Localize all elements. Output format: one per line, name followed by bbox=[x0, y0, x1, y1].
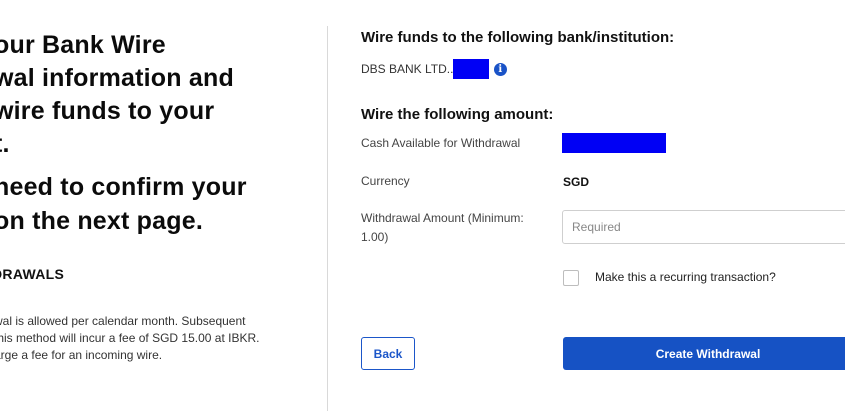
instructions-panel: our Bank Wire wal information and wire f… bbox=[0, 0, 325, 411]
recurring-label[interactable]: Make this a recurring transaction? bbox=[595, 270, 776, 284]
info-icon[interactable]: i bbox=[493, 62, 507, 76]
currency-label: Currency bbox=[361, 174, 410, 188]
wire-form: Wire funds to the following bank/institu… bbox=[361, 0, 845, 411]
withdrawals-heading: DRAWALS bbox=[0, 266, 65, 282]
instructions-line-2: wal information and bbox=[0, 64, 234, 92]
column-divider bbox=[327, 26, 328, 411]
note-line-3: arge a fee for an incoming wire. bbox=[0, 348, 163, 362]
withdrawal-amount-input[interactable] bbox=[562, 210, 845, 244]
note-line-1: wal is allowed per calendar month. Subse… bbox=[0, 314, 246, 328]
bank-row: DBS BANK LTD... i bbox=[361, 59, 507, 79]
instructions-line-3: wire funds to your bbox=[0, 97, 215, 125]
confirm-line-1: need to confirm your bbox=[0, 173, 247, 201]
withdrawals-note: wal is allowed per calendar month. Subse… bbox=[0, 313, 259, 364]
note-line-2: this method will incur a fee of SGD 15.0… bbox=[0, 331, 260, 345]
withdrawal-amount-label: Withdrawal Amount (Minimum: 1.00) bbox=[361, 211, 524, 244]
bank-name: DBS BANK LTD... bbox=[361, 62, 457, 76]
amount-heading: Wire the following amount: bbox=[361, 106, 554, 123]
back-button[interactable]: Back bbox=[361, 337, 415, 370]
instructions-line-1: our Bank Wire bbox=[0, 31, 166, 59]
bank-heading: Wire funds to the following bank/institu… bbox=[361, 29, 675, 46]
instructions-line-4: t. bbox=[0, 130, 10, 158]
confirm-line-2: on the next page. bbox=[0, 207, 203, 235]
recurring-checkbox[interactable] bbox=[563, 270, 579, 286]
cash-available-redaction bbox=[562, 133, 666, 153]
bank-name-redaction bbox=[452, 59, 489, 79]
cash-available-label: Cash Available for Withdrawal bbox=[361, 136, 521, 150]
currency-value: SGD bbox=[563, 175, 590, 189]
create-withdrawal-button[interactable]: Create Withdrawal bbox=[563, 337, 845, 370]
